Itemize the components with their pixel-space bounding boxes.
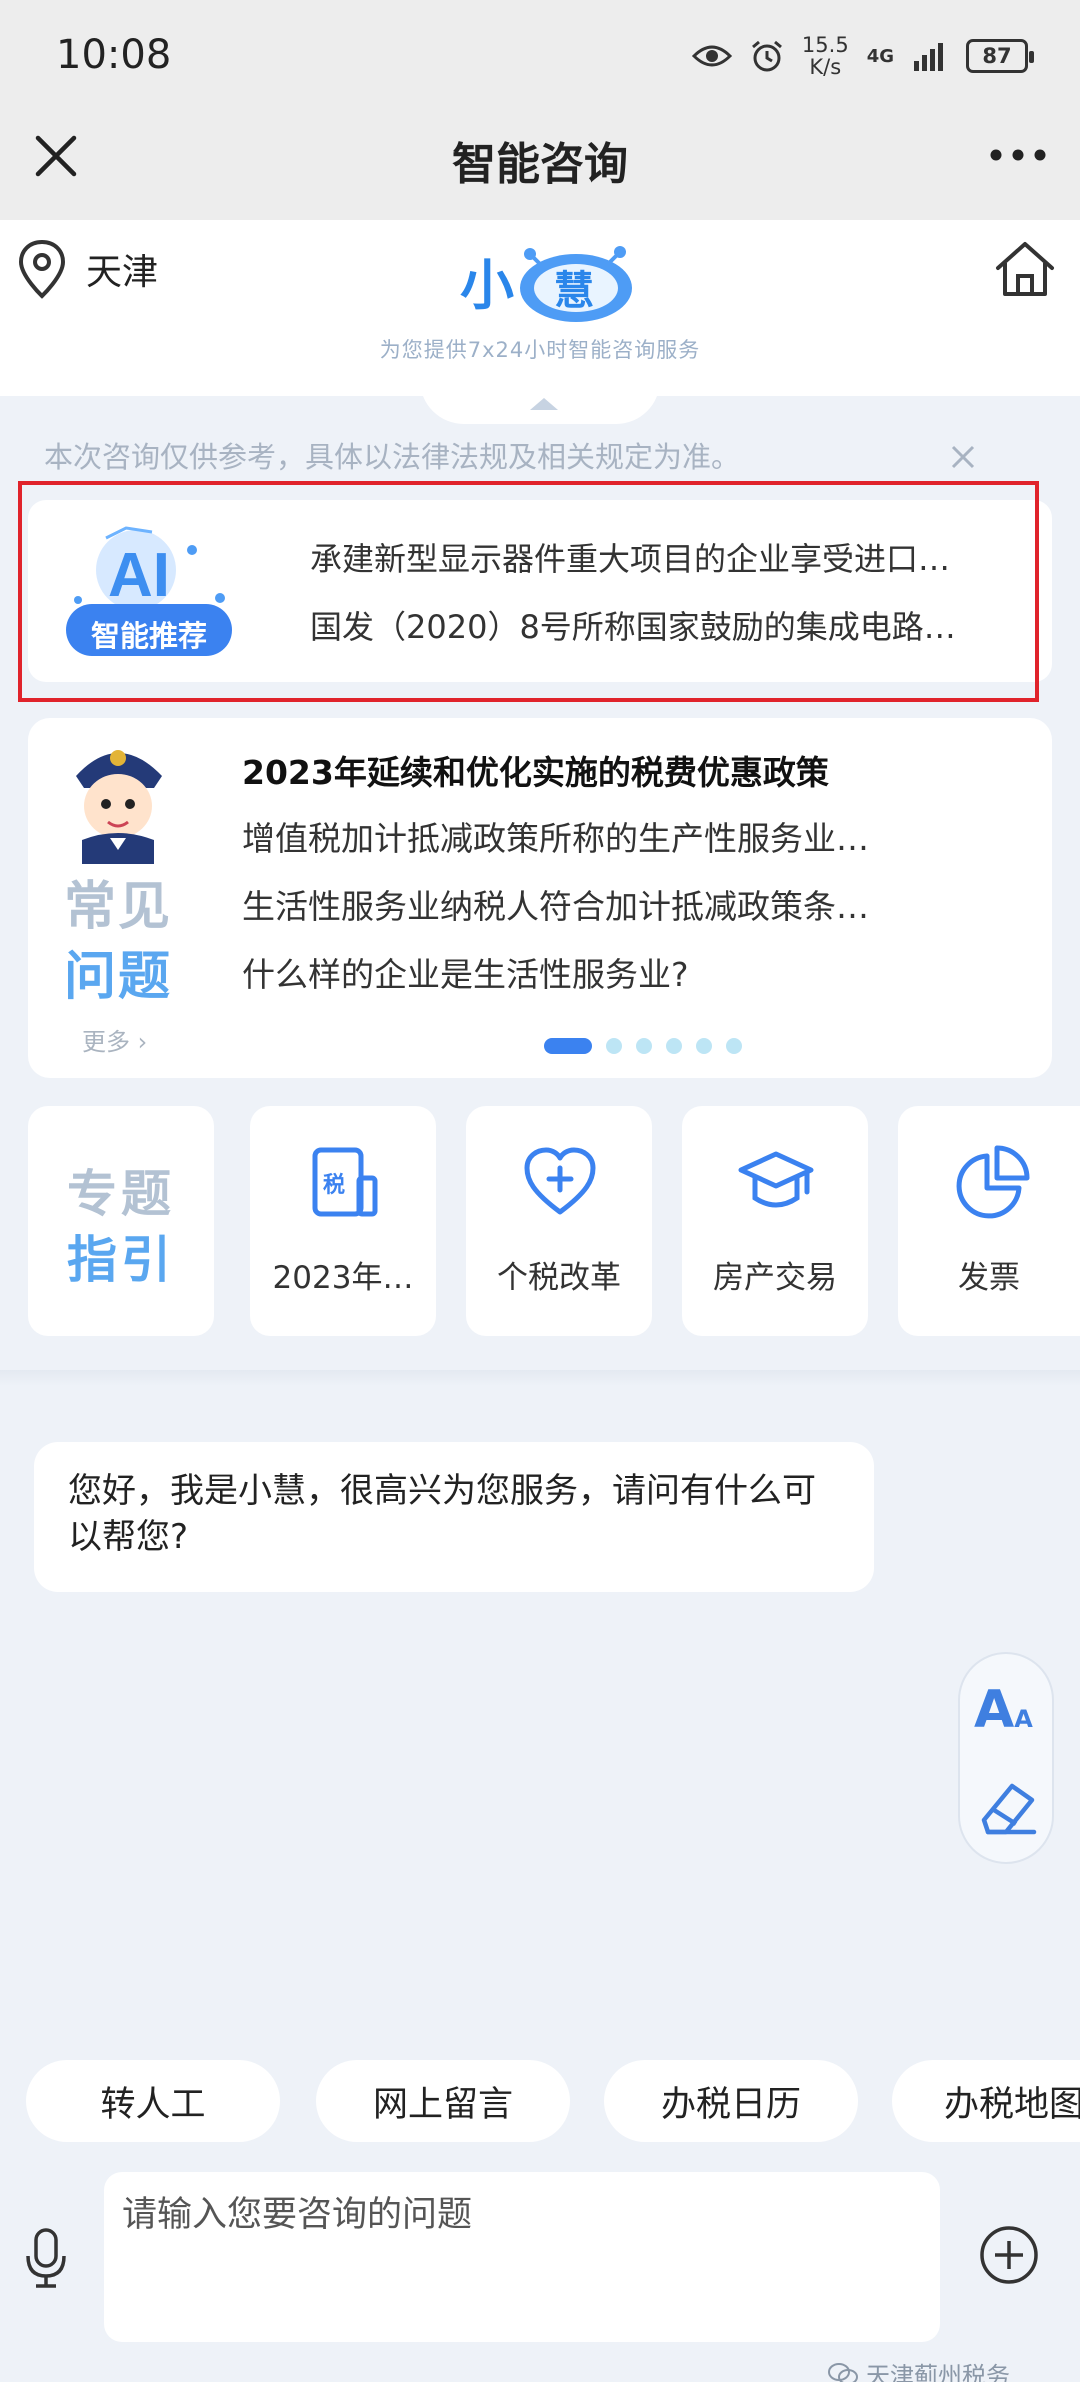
topic-tile-label: 2023年… — [272, 1260, 414, 1296]
pagination-dot[interactable] — [636, 1038, 652, 1054]
topic-tile-property[interactable]: 房产交易 — [682, 1106, 868, 1336]
speed-value: 15.5 — [801, 33, 849, 57]
font-size-big-glyph: A — [974, 1680, 1015, 1740]
disclaimer-close-icon[interactable] — [950, 444, 976, 470]
question-input[interactable]: 请输入您要咨询的问题 — [104, 2172, 940, 2342]
faq-more-link[interactable]: 更多 › — [82, 1022, 147, 1057]
topic-tile-invoice[interactable]: 发票 — [898, 1106, 1080, 1336]
page-title: 智能咨询 — [452, 139, 628, 190]
xiaohui-logo: 小 慧 — [460, 246, 632, 322]
topic-guide-title-2: 指引 — [67, 1231, 175, 1289]
more-icon[interactable] — [988, 130, 1048, 180]
faq-title-line2: 问题 — [64, 947, 173, 1007]
network-type: 4G — [866, 45, 894, 67]
home-icon[interactable] — [992, 236, 1058, 302]
wechat-icon — [828, 2362, 858, 2382]
location-selector[interactable]: 天津 — [16, 238, 158, 300]
logo-char-1: 小 — [460, 256, 514, 316]
network-speed: 15.5 K/s — [802, 34, 849, 78]
topic-tile-iit-reform[interactable]: 个税改革 — [466, 1106, 652, 1336]
faq-more-label: 更多 — [82, 1028, 130, 1056]
floating-toolbar: AA — [958, 1652, 1054, 1864]
eraser-icon[interactable] — [978, 1776, 1038, 1836]
location-pin-icon — [18, 239, 66, 299]
bot-message-bubble: 您好，我是小慧，很高兴为您服务，请问有什么可以帮您? — [34, 1442, 874, 1592]
pagination-dot[interactable] — [726, 1038, 742, 1054]
status-icons: 15.5 K/s 4G 87 — [691, 34, 1034, 78]
topic-tile-label: 房产交易 — [713, 1260, 837, 1296]
faq-question[interactable]: 增值税加计抵减政策所称的生产性服务业… — [242, 812, 982, 860]
logo-subtitle: 为您提供7x24小时智能咨询服务 — [379, 338, 701, 362]
faq-heading: 2023年延续和优化实施的税费优惠政策 — [242, 753, 829, 792]
customer-service-avatar-icon — [76, 750, 162, 864]
battery-level: 87 — [982, 44, 1012, 68]
faq-title-line1: 常见 — [64, 877, 173, 937]
status-time: 10:08 — [56, 32, 172, 78]
chat-area-divider — [0, 1370, 1080, 1386]
tax-glyph: 税 — [323, 1172, 345, 1198]
quick-action-leave-message[interactable]: 网上留言 — [316, 2060, 570, 2142]
quick-action-tax-calendar[interactable]: 办税日历 — [604, 2060, 858, 2142]
topic-tile-label: 个税改革 — [497, 1260, 621, 1296]
font-size-button[interactable]: AA — [974, 1680, 1033, 1740]
alarm-icon — [751, 40, 782, 72]
pagination-dot[interactable] — [544, 1038, 592, 1054]
font-size-small-glyph: A — [1014, 1705, 1033, 1733]
add-icon[interactable] — [978, 2224, 1040, 2286]
signal-icon — [914, 43, 943, 71]
pagination-dot[interactable] — [696, 1038, 712, 1054]
pie-chart-icon — [956, 1145, 1030, 1219]
microphone-icon[interactable] — [24, 2226, 68, 2290]
battery-indicator: 87 — [966, 39, 1034, 73]
quick-action-tax-map[interactable]: 办税地图 — [892, 2060, 1080, 2142]
topic-tile-2023[interactable]: 税 2023年… — [250, 1106, 436, 1336]
collapse-arrow-icon[interactable] — [530, 398, 558, 410]
graduation-cap-icon — [738, 1151, 814, 1208]
watermark: 天津蓟州税务 — [828, 2356, 1010, 2382]
heart-plus-icon — [524, 1147, 596, 1215]
tax-document-icon: 税 — [312, 1147, 378, 1217]
topic-guide-tile[interactable]: 专题 指引 — [28, 1106, 214, 1336]
pagination-dot[interactable] — [606, 1038, 622, 1054]
logo-char-2: 慧 — [554, 269, 594, 313]
topic-tile-label: 发票 — [958, 1260, 1020, 1296]
faq-question[interactable]: 什么样的企业是生活性服务业? — [242, 948, 982, 996]
eye-icon — [691, 45, 732, 67]
disclaimer-text: 本次咨询仅供参考，具体以法律法规及相关规定为准。 — [44, 440, 741, 474]
quick-action-human-agent[interactable]: 转人工 — [26, 2060, 280, 2142]
watermark-text: 天津蓟州税务 — [866, 2362, 1010, 2382]
speed-unit: K/s — [809, 55, 842, 79]
pagination-dot[interactable] — [666, 1038, 682, 1054]
faq-pagination — [544, 1038, 742, 1054]
faq-question[interactable]: 生活性服务业纳税人符合加计抵减政策条… — [242, 880, 982, 928]
highlight-box — [18, 481, 1039, 702]
topic-guide-title-1: 专题 — [67, 1165, 175, 1223]
location-label: 天津 — [86, 252, 159, 293]
chevron-right-icon: › — [130, 1028, 148, 1056]
